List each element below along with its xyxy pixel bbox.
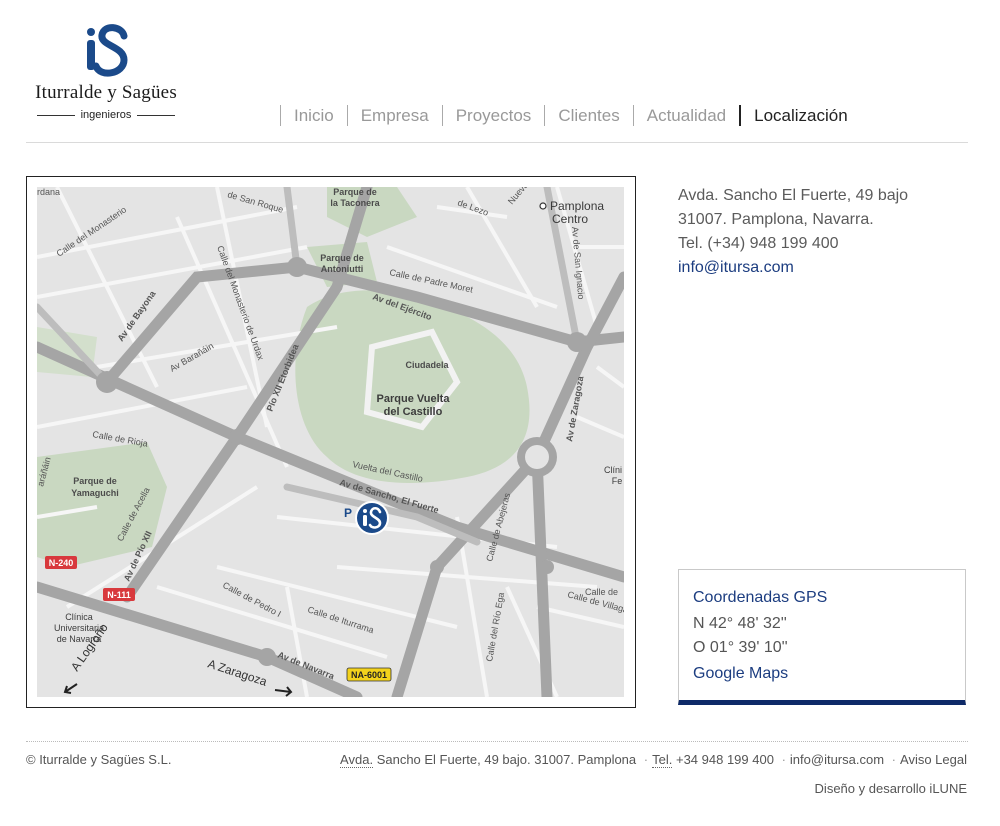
gps-box: Coordenadas GPS N 42° 48' 32'' O 01° 39'…: [678, 569, 966, 705]
road-badge-na6001: NA-6001: [346, 667, 392, 682]
footer-legal-link[interactable]: Aviso Legal: [900, 752, 967, 767]
footer-separator: ·: [643, 752, 649, 767]
footer-contact: Avda. Sancho El Fuerte, 49 bajo. 31007. …: [340, 752, 967, 768]
footer-copyright: © Iturralde y Sagües S.L.: [26, 752, 172, 767]
svg-text:rdana: rdana: [37, 187, 60, 197]
footer-separator: ·: [891, 752, 897, 767]
svg-text:NA-6001: NA-6001: [351, 670, 387, 680]
nav-proyectos[interactable]: Proyectos: [441, 104, 545, 126]
svg-text:Yamaguchi: Yamaguchi: [71, 488, 119, 498]
road-badge-n111: N-111: [103, 588, 135, 601]
google-maps-link[interactable]: Google Maps: [693, 662, 965, 686]
nav-empresa[interactable]: Empresa: [346, 104, 442, 126]
contact-address: Avda. Sancho El Fuerte, 49 bajo 31007. P…: [678, 184, 908, 280]
map-canvas[interactable]: Parque de la Taconera Parque de Antoniut…: [37, 187, 624, 697]
svg-text:de San Roque: de San Roque: [226, 189, 284, 214]
brand-logo-mark-icon: [87, 24, 128, 77]
brand-subtitle: ingenieros: [26, 109, 186, 121]
map-label-clinica: Clínica: [65, 612, 93, 622]
footer-tel-abbr: Tel.: [652, 752, 673, 768]
footer-email-link[interactable]: info@itursa.com: [790, 752, 884, 767]
nav-localizacion[interactable]: Localización: [739, 104, 861, 126]
address-line-1: Avda. Sancho El Fuerte, 49 bajo: [678, 187, 909, 204]
map-label-pamplona-centro: Pamplona: [550, 199, 604, 213]
map-label-parque-yamaguchi: Parque de: [73, 476, 117, 486]
footer-phone: +34 948 199 400: [675, 752, 774, 767]
svg-text:Calle de Iturrama: Calle de Iturrama: [306, 604, 375, 635]
brand-name: Iturralde y Sagües: [35, 82, 177, 103]
svg-text:Calle de Pedro I: Calle de Pedro I: [221, 580, 283, 619]
nav-clientes[interactable]: Clientes: [544, 104, 632, 126]
location-marker-icon[interactable]: [355, 501, 389, 535]
location-map[interactable]: Parque de la Taconera Parque de Antoniut…: [26, 176, 636, 708]
svg-text:Calle del Río Ega: Calle del Río Ega: [484, 592, 506, 663]
header-divider: [26, 142, 968, 143]
main-nav: Inicio Empresa Proyectos Clientes Actual…: [280, 104, 861, 126]
svg-text:Av Barañáin: Av Barañáin: [168, 341, 215, 374]
park-area: [37, 442, 167, 567]
map-label-parque-vuelta: Parque Vuelta: [377, 393, 451, 405]
svg-text:Fe: Fe: [612, 476, 623, 486]
footer-credit[interactable]: Diseño y desarrollo iLUNE: [815, 781, 967, 796]
svg-text:Nueva: Nueva: [506, 187, 530, 206]
map-label-parque-taconera: Parque de: [333, 187, 377, 197]
nav-actualidad[interactable]: Actualidad: [632, 104, 739, 126]
gps-latitude: N 42° 48' 32'': [693, 615, 787, 632]
svg-text:N-240: N-240: [49, 558, 74, 568]
gps-title: Coordenadas GPS: [693, 589, 828, 606]
footer-address: Sancho El Fuerte, 49 bajo. 31007. Pamplo…: [376, 752, 637, 767]
footer-divider: [26, 741, 968, 742]
svg-text:Clíni: Clíni: [604, 465, 622, 475]
gps-longitude: O 01° 39' 10'': [693, 639, 788, 656]
svg-text:Av de San Ignacio: Av de San Ignacio: [570, 226, 586, 299]
svg-text:la Taconera: la Taconera: [330, 198, 380, 208]
nav-inicio[interactable]: Inicio: [280, 104, 347, 126]
address-email-link[interactable]: info@itursa.com: [678, 259, 794, 276]
map-label-parque-antoniutti: Parque de: [320, 253, 364, 263]
brand-logo[interactable]: Iturralde y Sagües ingenieros: [26, 22, 186, 128]
road-badge-n240: N-240: [45, 556, 77, 569]
svg-text:N-111: N-111: [107, 590, 131, 600]
svg-text:Antoniutti: Antoniutti: [321, 264, 363, 274]
svg-text:Calle del Monasterio: Calle del Monasterio: [55, 204, 129, 258]
footer-address-abbr: Avda.: [340, 752, 374, 768]
footer-separator: ·: [781, 752, 786, 767]
map-label-ciudadela: Ciudadela: [405, 360, 449, 370]
svg-text:Calle de: Calle de: [585, 587, 618, 597]
address-phone: Tel. (+34) 948 199 400: [678, 235, 839, 252]
address-line-2: 31007. Pamplona, Navarra.: [678, 211, 874, 228]
map-parking-p: P: [344, 506, 352, 520]
svg-text:del Castillo: del Castillo: [384, 406, 443, 418]
svg-text:Centro: Centro: [552, 212, 588, 226]
